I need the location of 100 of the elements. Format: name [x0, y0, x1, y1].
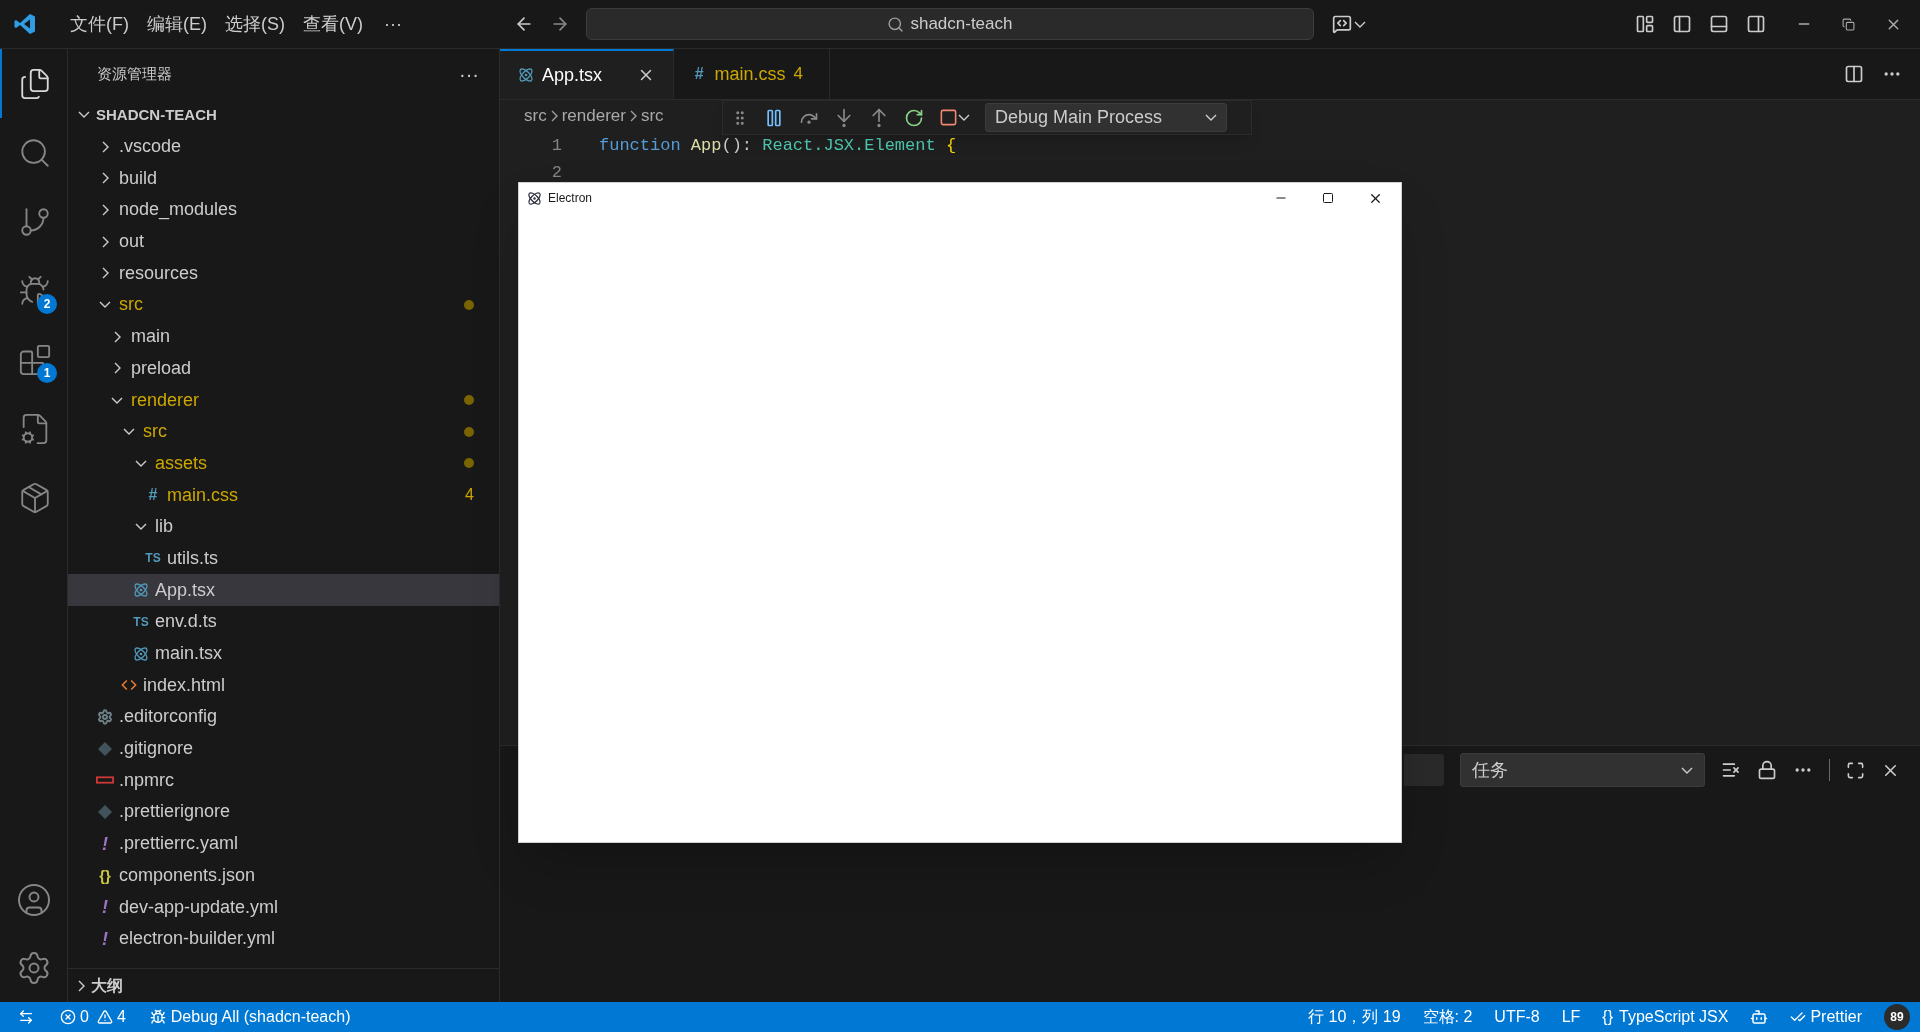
ts-icon: TS — [132, 615, 150, 628]
file-name: resources — [119, 261, 199, 285]
tree-item[interactable]: .gitignore — [68, 732, 499, 765]
breadcrumb-item[interactable]: src — [524, 103, 547, 129]
tree-item[interactable]: renderer — [68, 384, 499, 416]
tree-item[interactable]: App.tsx — [68, 574, 499, 606]
indentation[interactable]: 空格: 2 — [1422, 1005, 1473, 1029]
tree-item[interactable]: main — [68, 320, 499, 353]
file-name: main.css — [167, 483, 238, 507]
file-name: assets — [155, 451, 208, 475]
maximize-icon[interactable] — [1322, 192, 1334, 204]
panel-bottom-icon[interactable] — [1709, 14, 1729, 34]
file-name: components.json — [119, 863, 256, 887]
tree-item[interactable]: preload — [68, 352, 499, 385]
activity-item[interactable]: 1 — [0, 325, 67, 394]
tree-item[interactable]: main.tsx — [68, 637, 499, 670]
file-name: utils.ts — [167, 546, 218, 570]
tree-item[interactable]: TS utils.ts — [68, 542, 499, 575]
menu-item[interactable]: 查看(V) — [294, 10, 372, 38]
file-name: preload — [131, 356, 192, 380]
breadcrumb-item[interactable]: src — [640, 103, 664, 129]
file-name: .prettierrc.yaml — [119, 832, 239, 856]
tree-item[interactable]: node_modules — [68, 194, 499, 226]
breadcrumb-item[interactable]: renderer — [561, 103, 626, 129]
chat-icon[interactable] — [1331, 14, 1352, 34]
tree-item[interactable]: src — [68, 289, 499, 321]
line-number: 2 — [550, 161, 562, 184]
restore-icon[interactable] — [1842, 17, 1855, 31]
caret-icon[interactable] — [1353, 20, 1366, 28]
account-icon[interactable] — [15, 882, 52, 918]
file-name: electron-builder.yml — [119, 927, 276, 951]
bot-icon[interactable] — [1750, 1008, 1769, 1026]
menu-item[interactable]: 选择(S) — [216, 10, 294, 38]
more-menu[interactable]: ··· — [372, 10, 414, 38]
atom-icon — [518, 67, 534, 83]
tree-item[interactable]: ! dev-app-update.yml — [68, 891, 499, 923]
warning-count[interactable]: 4 — [116, 1005, 126, 1029]
tree-item[interactable]: out — [68, 225, 499, 258]
file-name: env.d.ts — [155, 610, 217, 634]
panel-right-icon[interactable] — [1746, 14, 1766, 34]
tree-item[interactable]: TS env.d.ts — [68, 606, 499, 638]
tree-item[interactable]: # main.css 4 — [68, 479, 499, 511]
atom-icon — [133, 582, 149, 599]
window-title: Electron — [548, 190, 593, 207]
diamond-icon — [97, 740, 113, 757]
layout-icon[interactable] — [1635, 14, 1655, 34]
tree-item[interactable]: .vscode — [68, 130, 499, 163]
more-actions[interactable]: ··· — [459, 59, 479, 89]
line-ending[interactable]: LF — [1561, 1005, 1581, 1029]
problem-count: 4 — [793, 63, 803, 86]
cursor-position[interactable]: 行 10，列 19 — [1308, 1005, 1401, 1029]
tree-item[interactable]: ! electron-builder.yml — [68, 922, 499, 955]
pause-icon[interactable] — [764, 107, 784, 128]
debug-target[interactable]: Debug All (shadcn-teach) — [170, 1005, 351, 1029]
stop-icon[interactable] — [939, 108, 958, 127]
editor-tab[interactable]: App.tsx — [500, 49, 674, 99]
tree-item[interactable]: index.html — [68, 669, 499, 702]
formatter[interactable]: Prettier — [1810, 1005, 1862, 1029]
editor-tab[interactable]: # main.css 4 — [674, 49, 830, 99]
tree-item[interactable]: build — [68, 162, 499, 195]
lock-icon[interactable] — [1757, 760, 1777, 780]
file-name: src — [119, 293, 143, 317]
count-badge: 2 — [37, 294, 57, 314]
encoding[interactable]: UTF-8 — [1494, 1005, 1540, 1029]
exclamation-icon: ! — [97, 898, 113, 917]
tree-item[interactable]: assets — [68, 447, 499, 480]
language-mode[interactable]: TypeScript JSX — [1619, 1005, 1729, 1029]
maximize-icon[interactable] — [1846, 760, 1865, 780]
tree-item[interactable]: .editorconfig — [68, 701, 499, 733]
menu-item[interactable]: 文件(F) — [61, 10, 138, 38]
exclamation-icon: ! — [97, 834, 113, 853]
remote-icon[interactable] — [18, 1009, 34, 1025]
count-badge: 89 — [1884, 1004, 1910, 1030]
search-field[interactable]: shadcn-teach — [585, 8, 1314, 40]
tree-item[interactable]: ! .prettierrc.yaml — [68, 827, 499, 860]
error-count[interactable]: 0 — [80, 1005, 89, 1029]
tree-item[interactable]: src — [68, 415, 499, 448]
activity-item[interactable]: 2 — [0, 256, 67, 325]
file-name: .editorconfig — [119, 705, 218, 729]
file-name: .prettierignore — [119, 800, 231, 824]
step-into-icon[interactable] — [834, 107, 854, 128]
file-name: out — [119, 230, 145, 254]
tree-item[interactable]: .prettierignore — [68, 796, 499, 828]
hash-icon: # — [145, 487, 161, 504]
folder-header[interactable]: SHADCN-TEACH — [68, 99, 499, 131]
menu-item[interactable]: 编辑(E) — [138, 10, 216, 38]
tree-item[interactable]: lib — [68, 510, 499, 543]
gear-icon — [97, 708, 113, 725]
braces-icon: {} — [96, 867, 114, 883]
tree-item[interactable]: .npmrc — [68, 764, 499, 797]
step-out-icon[interactable] — [869, 107, 889, 128]
tree-item[interactable]: {} components.json — [68, 859, 499, 892]
split-editor-icon[interactable] — [1844, 64, 1864, 84]
clear-icon[interactable] — [1721, 760, 1741, 780]
tree-item[interactable]: resources — [68, 257, 499, 290]
config-select[interactable]: Debug Main Process — [985, 103, 1227, 132]
restart-icon[interactable] — [904, 107, 924, 128]
task-select[interactable]: 任务 — [1460, 753, 1705, 787]
caret-icon[interactable] — [958, 114, 970, 121]
panel-left-icon[interactable] — [1672, 14, 1692, 34]
